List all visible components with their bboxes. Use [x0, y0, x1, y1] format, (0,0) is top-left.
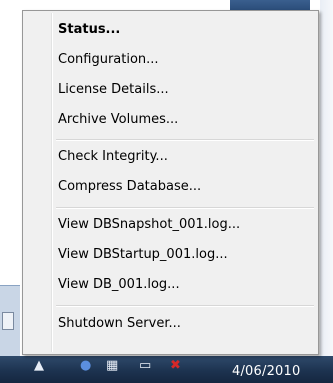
menu-item-shutdown-server[interactable]: Shutdown Server...	[25, 310, 316, 338]
menu-separator	[56, 139, 314, 141]
menu-item-compress-database[interactable]: Compress Database...	[25, 173, 316, 201]
menu-separator	[56, 207, 314, 209]
menu-item-configuration[interactable]: Configuration...	[25, 46, 316, 74]
menu-item-check-integrity[interactable]: Check Integrity...	[25, 143, 316, 171]
menu-item-view-dbstartup-log[interactable]: View DBStartup_001.log...	[25, 241, 316, 269]
background-window-titlebar	[230, 0, 310, 10]
context-menu: Status... Configuration... License Detai…	[22, 10, 319, 355]
taskbar-date[interactable]: 4/06/2010	[232, 364, 300, 379]
red-x-icon[interactable]: ✖	[170, 358, 181, 374]
menu-item-status[interactable]: Status...	[25, 16, 316, 44]
menu-item-license-details[interactable]: License Details...	[25, 76, 316, 104]
shield-icon[interactable]: ●	[80, 358, 91, 374]
menu-item-archive-volumes[interactable]: Archive Volumes...	[25, 106, 316, 134]
menu-item-view-dbsnapshot-log[interactable]: View DBSnapshot_001.log...	[25, 211, 316, 239]
up-arrow-icon[interactable]: ▲	[34, 358, 44, 374]
menu-separator	[56, 305, 314, 307]
background-window-chip	[2, 312, 14, 330]
network-icon[interactable]: ▦	[106, 358, 118, 374]
monitor-icon[interactable]: ▭	[139, 358, 151, 374]
background-window-edge	[320, 0, 333, 383]
background-window-left	[0, 285, 20, 356]
menu-item-view-db-log[interactable]: View DB_001.log...	[25, 271, 316, 299]
